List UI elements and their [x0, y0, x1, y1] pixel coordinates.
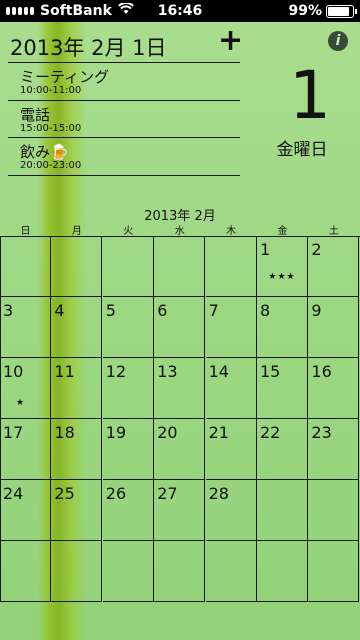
day-number: 11: [54, 362, 75, 381]
day-number: 15: [260, 362, 281, 381]
calendar-day-cell[interactable]: 21: [205, 419, 257, 480]
calendar-day-cell[interactable]: [257, 541, 308, 602]
day-number: 20: [157, 423, 178, 442]
day-number: 10: [3, 362, 24, 381]
calendar-day-cell[interactable]: [0, 236, 51, 297]
calendar-day-cell[interactable]: 17: [0, 419, 51, 480]
calendar-day-cell[interactable]: 12: [102, 358, 154, 419]
calendar-day-cell[interactable]: 22: [257, 419, 308, 480]
calendar-day-cell[interactable]: 13: [154, 358, 206, 419]
calendar-day-cell[interactable]: 24: [0, 480, 51, 541]
calendar-day-cell[interactable]: 10 ★: [0, 358, 51, 419]
calendar-day-cell[interactable]: 5: [102, 297, 154, 358]
calendar-day-cell[interactable]: 15: [257, 358, 308, 419]
weekday-label: 金: [277, 226, 288, 237]
calendar-day-cell[interactable]: [0, 541, 51, 602]
weekday-label: 日: [20, 226, 31, 237]
calendar-day-cell[interactable]: 9: [308, 297, 360, 358]
weekday-label: 木: [226, 226, 237, 237]
weekday-label: 水: [174, 226, 185, 237]
status-bar: SoftBank 16:46 99%: [0, 0, 360, 22]
event-time: 20:00-23:00: [20, 160, 82, 172]
calendar-day-cell[interactable]: [205, 541, 257, 602]
weekday-label: 月: [71, 226, 82, 237]
day-number: 25: [54, 484, 75, 503]
calendar-day-cell[interactable]: [102, 541, 154, 602]
calendar-day-cell[interactable]: [51, 236, 103, 297]
event-time: 15:00-15:00: [20, 122, 82, 134]
calendar-day-cell[interactable]: 3: [0, 297, 51, 358]
day-number: 2: [311, 240, 322, 259]
day-number: 3: [3, 301, 14, 320]
day-number: 1: [260, 240, 271, 259]
day-number: 26: [105, 484, 127, 503]
event-stars-icon: ★★★: [268, 272, 296, 282]
day-number: 16: [311, 362, 332, 381]
calendar-day-cell[interactable]: 1 ★★★: [257, 236, 308, 297]
calendar-day-cell[interactable]: [257, 480, 308, 541]
calendar-day-cell[interactable]: 4: [51, 297, 103, 358]
day-number: 8: [260, 301, 271, 320]
date-title: 2013年 2月 1日: [10, 36, 167, 60]
calendar-day-cell[interactable]: 28: [205, 480, 257, 541]
calendar-day-cell[interactable]: 19: [102, 419, 154, 480]
event-item[interactable]: ミーティング 10:00-11:00: [8, 62, 240, 100]
calendar-day-cell[interactable]: 14: [205, 358, 257, 419]
weekday-label: 土: [328, 226, 339, 237]
battery-icon: [326, 4, 357, 18]
calendar-day-cell[interactable]: [51, 541, 103, 602]
calendar-day-cell[interactable]: 6: [154, 297, 206, 358]
event-item[interactable]: 飲み🍺 20:00-23:00: [8, 137, 240, 175]
day-number: 23: [311, 423, 332, 442]
day-number: 7: [208, 301, 219, 320]
day-number: 19: [105, 423, 127, 442]
calendar-day-cell[interactable]: 7: [205, 297, 257, 358]
calendar-day-cell[interactable]: 11: [51, 358, 103, 419]
event-item[interactable]: 電話 15:00-15:00: [8, 99, 240, 138]
day-number: 22: [260, 423, 281, 442]
selected-day-number: 1: [289, 57, 331, 134]
day-number: 24: [3, 484, 24, 503]
battery-percent: 99%: [288, 3, 322, 19]
add-event-button[interactable]: +: [218, 26, 243, 56]
info-button[interactable]: i: [328, 31, 348, 51]
calendar-day-cell[interactable]: 20: [154, 419, 206, 480]
day-number: 9: [311, 301, 322, 320]
event-stars-icon: ★: [16, 398, 26, 408]
calendar-day-cell[interactable]: [154, 236, 206, 297]
event-time: 10:00-11:00: [20, 85, 82, 96]
day-number: 14: [208, 362, 229, 381]
calendar-day-cell[interactable]: 2: [308, 236, 360, 297]
calendar-day-cell[interactable]: 18: [51, 419, 103, 480]
day-number: 4: [54, 301, 65, 320]
calendar-day-cell[interactable]: 23: [308, 419, 360, 480]
calendar-day-cell[interactable]: 16: [308, 358, 360, 419]
day-number: 21: [208, 423, 229, 442]
calendar-day-cell[interactable]: 25: [51, 480, 103, 541]
event-title: ミーティング: [20, 68, 110, 86]
calendar-day-cell[interactable]: 8: [257, 297, 308, 358]
calendar-day-cell[interactable]: [205, 236, 257, 297]
calendar-day-cell[interactable]: [154, 541, 206, 602]
event-title: 電話: [20, 105, 51, 124]
calendar-day-cell[interactable]: [102, 236, 154, 297]
calendar-day-cell[interactable]: [308, 480, 360, 541]
day-number: 18: [54, 423, 75, 442]
weekday-label: 火: [123, 226, 134, 237]
day-number: 17: [3, 423, 24, 442]
weekday-header: 日月火水木金土: [0, 222, 360, 237]
day-number: 13: [157, 362, 178, 381]
event-title: 飲み🍺: [20, 143, 69, 162]
day-number: 12: [105, 362, 127, 381]
battery-area: 99%: [288, 3, 357, 19]
day-number: 6: [157, 301, 168, 320]
day-number: 5: [105, 301, 116, 320]
day-number: 27: [157, 484, 178, 503]
event-list-divider: [8, 175, 240, 176]
selected-weekday: 金曜日: [276, 140, 328, 160]
calendar-day-cell[interactable]: [308, 541, 360, 602]
day-number: 28: [208, 484, 229, 503]
calendar-day-cell[interactable]: 26: [102, 480, 154, 541]
calendar-day-cell[interactable]: 27: [154, 480, 206, 541]
